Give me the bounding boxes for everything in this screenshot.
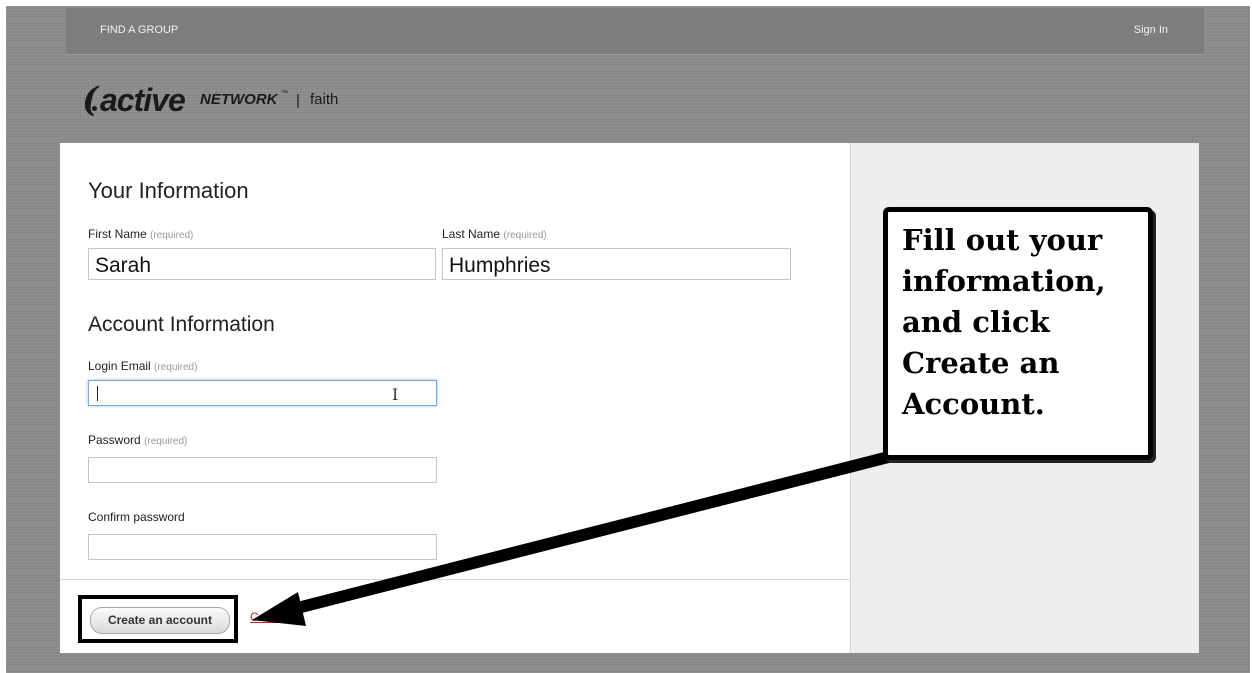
logo-separator: | — [296, 92, 300, 109]
logo-product-text: faith — [310, 91, 339, 108]
logo-network-text: NETWORK — [200, 91, 278, 108]
text-cursor-icon: I — [392, 385, 399, 404]
confirm-password-label: Confirm password — [88, 510, 185, 524]
login-email-label: Login Email (required) — [88, 359, 197, 373]
instruction-callout-text: Fill out your information, and click Cre… — [902, 223, 1106, 421]
account-information-heading: Account Information — [88, 313, 275, 336]
first-name-required: (required) — [150, 230, 194, 241]
create-account-highlight-box: Create an account — [78, 595, 238, 643]
logo-dot-icon — [92, 106, 97, 111]
last-name-field[interactable]: Humphries — [442, 248, 791, 280]
password-required: (required) — [144, 436, 188, 447]
confirm-password-field[interactable] — [88, 534, 437, 560]
logo-active-text: active — [100, 82, 186, 118]
instruction-callout: Fill out your information, and click Cre… — [883, 207, 1153, 460]
sign-in-link[interactable]: Sign In — [1134, 24, 1168, 36]
password-label-text: Password — [88, 433, 141, 447]
password-label: Password (required) — [88, 433, 187, 447]
form-divider — [60, 579, 850, 580]
first-name-field[interactable]: Sarah — [88, 248, 436, 280]
cancel-link[interactable]: Cancel — [250, 610, 287, 624]
logo-swoosh-icon: ( — [82, 80, 99, 120]
password-field[interactable] — [88, 457, 437, 483]
last-name-required: (required) — [503, 230, 547, 241]
find-a-group-link[interactable]: FIND A GROUP — [100, 24, 178, 36]
top-navigation-bar: FIND A GROUP Sign In — [66, 8, 1204, 55]
create-account-button[interactable]: Create an account — [90, 607, 230, 634]
text-caret — [97, 386, 98, 401]
first-name-label: First Name (required) — [88, 227, 193, 241]
first-name-label-text: First Name — [88, 227, 147, 241]
login-email-field[interactable]: I — [88, 380, 437, 406]
your-information-heading: Your Information — [88, 178, 249, 203]
login-email-required: (required) — [154, 362, 198, 373]
logo-trademark: ™ — [281, 90, 288, 97]
last-name-label: Last Name (required) — [442, 227, 547, 241]
last-name-label-text: Last Name — [442, 227, 501, 241]
login-email-label-text: Login Email — [88, 359, 151, 373]
